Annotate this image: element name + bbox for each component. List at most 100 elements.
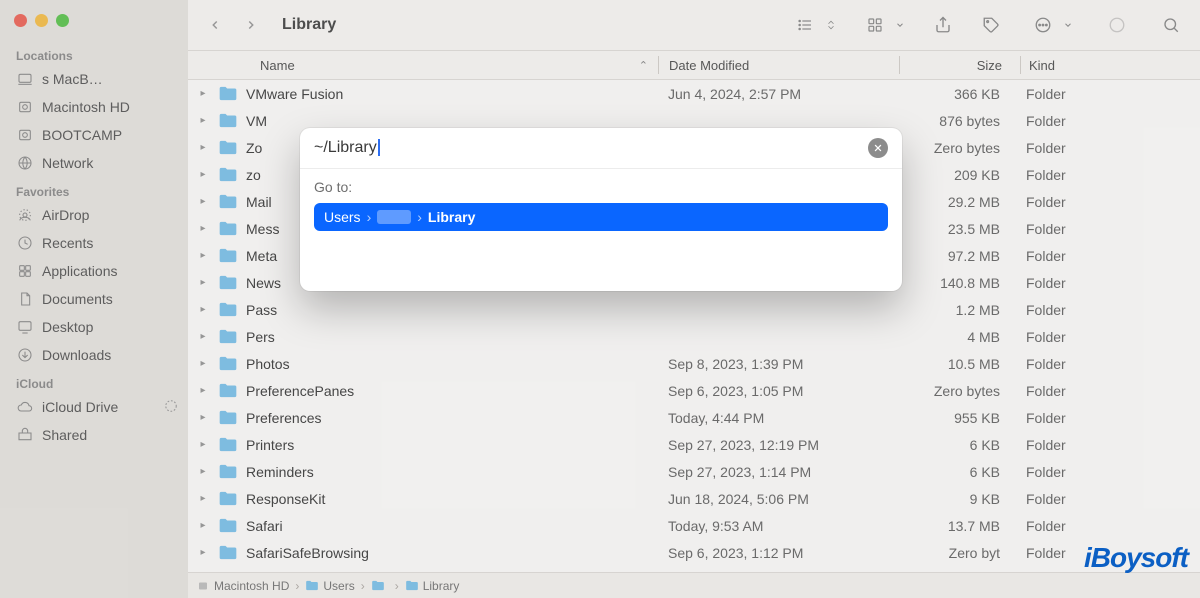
desktop-icon: [16, 318, 34, 336]
folder-icon: [218, 113, 238, 129]
sidebar-item-label: AirDrop: [42, 207, 89, 223]
pathbar-item[interactable]: Macintosh HD: [196, 579, 289, 593]
sidebar-item[interactable]: Network: [0, 149, 188, 177]
search-icon[interactable]: [1156, 12, 1186, 38]
chevron-down-icon[interactable]: [1062, 12, 1074, 38]
sidebar-item[interactable]: Recents: [0, 229, 188, 257]
suggestion-segment: Users: [324, 209, 361, 225]
file-size: 4 MB: [898, 329, 1018, 345]
close-window-button[interactable]: [14, 14, 27, 27]
pathbar-item[interactable]: Library: [405, 579, 460, 593]
file-kind: Folder: [1018, 491, 1200, 507]
disclosure-triangle-icon[interactable]: ▸: [188, 412, 218, 423]
disclosure-triangle-icon[interactable]: ▸: [188, 439, 218, 450]
goto-folder-dialog: ~/Library Go to: Users › › Library: [300, 128, 902, 291]
file-row[interactable]: ▸PrintersSep 27, 2023, 12:19 PM6 KBFolde…: [188, 431, 1200, 458]
pathbar-item[interactable]: [371, 580, 389, 592]
file-name: PreferencePanes: [246, 383, 354, 399]
folder-icon: [218, 302, 238, 318]
file-row[interactable]: ▸SafariSafeBrowsingSep 6, 2023, 1:12 PMZ…: [188, 539, 1200, 566]
back-button[interactable]: [202, 12, 228, 38]
tag-icon[interactable]: [976, 12, 1006, 38]
sidebar-item[interactable]: BOOTCAMP: [0, 121, 188, 149]
file-row[interactable]: ▸PreferencePanesSep 6, 2023, 1:05 PMZero…: [188, 377, 1200, 404]
file-kind: Folder: [1018, 86, 1200, 102]
maximize-window-button[interactable]: [56, 14, 69, 27]
share-icon[interactable]: [928, 12, 958, 38]
file-row[interactable]: ▸Pers4 MBFolder: [188, 323, 1200, 350]
file-name: Pass: [246, 302, 277, 318]
file-size: 13.7 MB: [898, 518, 1018, 534]
file-date: Sep 6, 2023, 1:12 PM: [658, 545, 898, 561]
file-row[interactable]: ▸SafariToday, 9:53 AM13.7 MBFolder: [188, 512, 1200, 539]
sidebar-item-label: Documents: [42, 291, 113, 307]
sidebar-item[interactable]: Documents: [0, 285, 188, 313]
chevron-down-icon[interactable]: [894, 12, 906, 38]
disclosure-triangle-icon[interactable]: ▸: [188, 385, 218, 396]
sidebar-item-label: Applications: [42, 263, 118, 279]
folder-icon: [218, 329, 238, 345]
sidebar-item[interactable]: iCloud Drive: [0, 393, 188, 421]
file-row[interactable]: ▸RemindersSep 27, 2023, 1:14 PM6 KBFolde…: [188, 458, 1200, 485]
column-header-kind[interactable]: Kind: [1021, 58, 1200, 73]
info-icon[interactable]: [1102, 12, 1132, 38]
file-date: Jun 18, 2024, 5:06 PM: [658, 491, 898, 507]
file-name: Pers: [246, 329, 275, 345]
disclosure-triangle-icon[interactable]: ▸: [188, 169, 218, 180]
goto-suggestion-row[interactable]: Users › › Library: [314, 203, 888, 231]
disclosure-triangle-icon[interactable]: ▸: [188, 88, 218, 99]
column-header-date[interactable]: Date Modified: [659, 58, 899, 73]
folder-icon: [218, 356, 238, 372]
file-date: Jun 4, 2024, 2:57 PM: [658, 86, 898, 102]
group-by-icon[interactable]: [860, 12, 890, 38]
disclosure-triangle-icon[interactable]: ▸: [188, 223, 218, 234]
disclosure-triangle-icon[interactable]: ▸: [188, 358, 218, 369]
window-traffic-lights: [0, 10, 188, 41]
folder-icon: [405, 580, 419, 592]
file-size: Zero bytes: [898, 383, 1018, 399]
file-row[interactable]: ▸ResponseKitJun 18, 2024, 5:06 PM9 KBFol…: [188, 485, 1200, 512]
column-header-name[interactable]: Name ⌃: [188, 58, 658, 73]
pathbar-item[interactable]: Users: [305, 579, 354, 593]
goto-path-input[interactable]: ~/Library: [314, 139, 868, 157]
sidebar-item[interactable]: AirDrop: [0, 201, 188, 229]
file-row[interactable]: ▸VMware FusionJun 4, 2024, 2:57 PM366 KB…: [188, 80, 1200, 107]
action-menu-icon[interactable]: [1028, 12, 1058, 38]
disclosure-triangle-icon[interactable]: ▸: [188, 466, 218, 477]
folder-icon: [218, 383, 238, 399]
sort-ascending-icon: ⌃: [639, 59, 648, 72]
disclosure-triangle-icon[interactable]: ▸: [188, 331, 218, 342]
file-size: 955 KB: [898, 410, 1018, 426]
file-name: VMware Fusion: [246, 86, 343, 102]
disclosure-triangle-icon[interactable]: ▸: [188, 196, 218, 207]
minimize-window-button[interactable]: [35, 14, 48, 27]
file-name: VM: [246, 113, 267, 129]
sidebar-item[interactable]: Macintosh HD: [0, 93, 188, 121]
disclosure-triangle-icon[interactable]: ▸: [188, 493, 218, 504]
list-view-icon[interactable]: [790, 12, 820, 38]
sidebar-item[interactable]: s MacB…: [0, 65, 188, 93]
forward-button[interactable]: [238, 12, 264, 38]
sidebar-item[interactable]: Applications: [0, 257, 188, 285]
finder-main: Library: [188, 0, 1200, 598]
disclosure-triangle-icon[interactable]: ▸: [188, 547, 218, 558]
sidebar-item[interactable]: Shared: [0, 421, 188, 449]
sidebar-item[interactable]: Desktop: [0, 313, 188, 341]
folder-icon: [218, 545, 238, 561]
disclosure-triangle-icon[interactable]: ▸: [188, 250, 218, 261]
file-kind: Folder: [1018, 167, 1200, 183]
chevron-right-icon: ›: [367, 209, 372, 225]
column-header-size[interactable]: Size: [900, 58, 1020, 73]
disclosure-triangle-icon[interactable]: ▸: [188, 142, 218, 153]
disclosure-triangle-icon[interactable]: ▸: [188, 115, 218, 126]
folder-icon: [218, 140, 238, 156]
disclosure-triangle-icon[interactable]: ▸: [188, 277, 218, 288]
sidebar-item[interactable]: Downloads: [0, 341, 188, 369]
disclosure-triangle-icon[interactable]: ▸: [188, 520, 218, 531]
clear-button[interactable]: [868, 138, 888, 158]
file-row[interactable]: ▸Pass1.2 MBFolder: [188, 296, 1200, 323]
file-row[interactable]: ▸PreferencesToday, 4:44 PM955 KBFolder: [188, 404, 1200, 431]
file-row[interactable]: ▸PhotosSep 8, 2023, 1:39 PM10.5 MBFolder: [188, 350, 1200, 377]
view-switch-icon[interactable]: [824, 12, 838, 38]
disclosure-triangle-icon[interactable]: ▸: [188, 304, 218, 315]
